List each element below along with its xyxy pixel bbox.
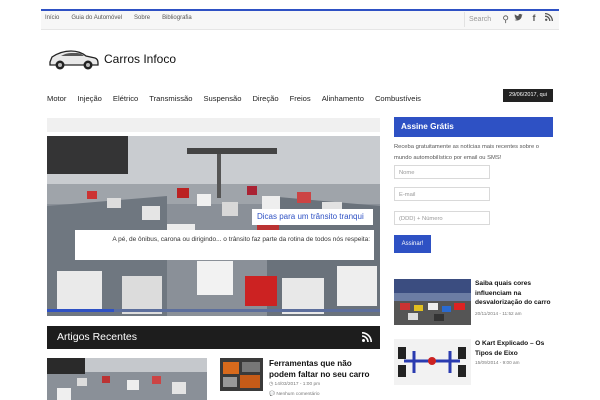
nav-suspensao[interactable]: Suspensão [203, 94, 241, 103]
nav-transmissao[interactable]: Transmissão [149, 94, 192, 103]
sidebar-post-date: 15/09/2014 - 9:00 am [475, 360, 520, 365]
sidebar-post-date: 20/11/2014 - 11:52 am [475, 311, 522, 316]
search-input[interactable]: Search [464, 12, 505, 27]
article-title[interactable]: Ferramentas que não podem faltar no seu … [269, 358, 379, 380]
assine-description: Receba gratuitamente as notícias mais re… [394, 144, 539, 161]
sidebar-post-title[interactable]: Saiba quais cores influenciam na desvalo… [475, 279, 555, 308]
top-nav: Início Guia do Automóvel Sobre Bibliogra… [45, 15, 192, 21]
article-thumbnail[interactable] [47, 358, 207, 400]
topnav-inicio[interactable]: Início [45, 15, 59, 21]
slider-excerpt: A pé, de ônibus, carona ou dirigindo... … [75, 230, 374, 260]
date-badge: 29/06/2017, qui [503, 89, 553, 102]
clock-icon: ◷ [269, 382, 274, 387]
facebook-icon[interactable]: f [527, 13, 541, 23]
topnav-bibliografia[interactable]: Bibliografia [162, 15, 192, 21]
slider-top-strip [47, 118, 380, 132]
rss-small-icon[interactable] [542, 13, 556, 23]
slider-dot[interactable] [246, 309, 314, 312]
twitter-icon[interactable] [511, 13, 525, 24]
nav-combustiveis[interactable]: Combustíveis [375, 94, 421, 103]
sidebar-post-thumbnail[interactable] [394, 339, 471, 385]
nav-eletrico[interactable]: Elétrico [113, 94, 138, 103]
rss-icon[interactable] [361, 332, 372, 345]
article-date: ◷ 14/03/2017 - 1:00 pm [269, 382, 320, 387]
email-input[interactable]: E-mail [394, 187, 490, 201]
sidebar-post-thumbnail[interactable] [394, 279, 471, 325]
article-thumbnail[interactable] [220, 358, 263, 391]
nav-direcao[interactable]: Direção [252, 94, 278, 103]
nome-input[interactable]: Nome [394, 165, 490, 179]
slider-dot[interactable] [47, 309, 114, 312]
slider-dot[interactable] [180, 309, 247, 312]
top-bar: Início Guia do Automóvel Sobre Bibliogra… [41, 9, 559, 30]
nav-freios[interactable]: Freios [290, 94, 311, 103]
slider-pagination [47, 307, 380, 314]
logo-car-icon[interactable] [47, 45, 99, 71]
article-comments-text: Nenhum comentário [276, 392, 320, 397]
main-nav: Motor Injeção Elétrico Transmissão Suspe… [47, 94, 421, 103]
nav-injecao[interactable]: Injeção [77, 94, 102, 103]
site-title[interactable]: Carros Infoco [104, 52, 176, 66]
topnav-guia[interactable]: Guia do Automóvel [71, 15, 122, 21]
slider-dot[interactable] [113, 309, 181, 312]
article-comments[interactable]: 💬 Nenhum comentário [269, 392, 320, 397]
article-date-text: 14/03/2017 - 1:00 pm [274, 382, 321, 387]
assinar-button[interactable]: Assinar! [394, 235, 431, 253]
phone-input[interactable]: (DDD) + Número [394, 211, 490, 225]
slider-dot[interactable] [313, 309, 380, 312]
slider-title[interactable]: Dicas para um trânsito tranqui [252, 209, 373, 225]
comment-icon: 💬 [269, 392, 275, 397]
slider-overlay-box [47, 136, 128, 174]
nav-motor[interactable]: Motor [47, 94, 66, 103]
search-icon[interactable]: ⚲ [502, 14, 509, 25]
assine-gratis-header: Assine Grátis [394, 117, 553, 137]
nav-alinhamento[interactable]: Alinhamento [322, 94, 364, 103]
artigos-recentes-header: Artigos Recentes [47, 326, 380, 349]
sidebar-post-title[interactable]: O Kart Explicado – Os Tipos de Eixo [475, 339, 555, 358]
topnav-sobre[interactable]: Sobre [134, 15, 150, 21]
